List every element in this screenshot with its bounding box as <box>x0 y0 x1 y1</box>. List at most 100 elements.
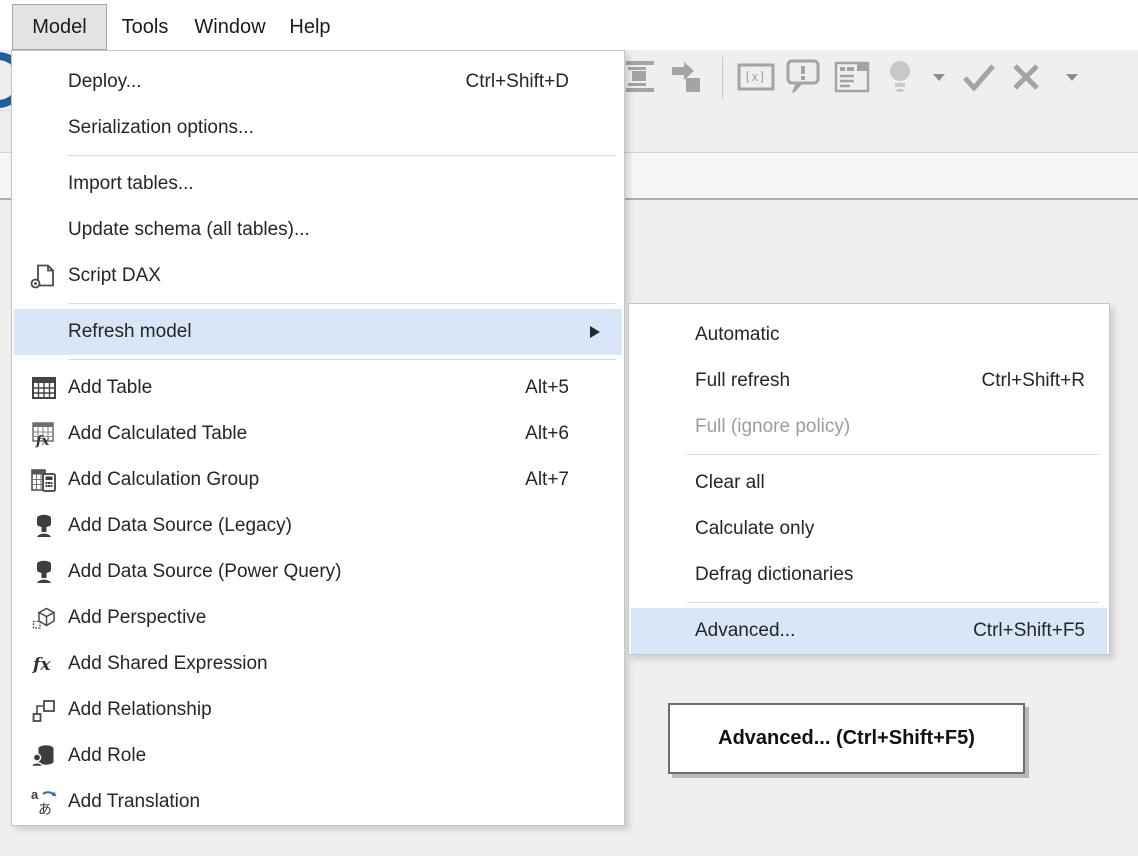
check-icon <box>962 62 996 92</box>
menu-item-add-calculation-group[interactable]: Add Calculation Group Alt+7 <box>14 457 622 503</box>
submenu-item-full-ignore-policy: Full (ignore policy) <box>631 404 1107 450</box>
textbox-icon: [x] <box>736 60 776 94</box>
menu-item-refresh-model[interactable]: Refresh model <box>14 309 622 355</box>
menu-item-label: Add Relationship <box>68 699 212 721</box>
menu-item-add-shared-expression[interactable]: fx Add Shared Expression <box>14 641 622 687</box>
submenu-item-label: Automatic <box>695 324 779 346</box>
menu-item-shortcut: Alt+6 <box>525 423 569 445</box>
icon-slot <box>28 169 60 199</box>
panel-divider <box>0 110 11 111</box>
submenu-item-full-refresh[interactable]: Full refresh Ctrl+Shift+R <box>631 358 1107 404</box>
icon-slot <box>28 215 60 245</box>
menubar-item-window[interactable]: Window <box>183 4 277 50</box>
submenu-item-calculate-only[interactable]: Calculate only <box>631 506 1107 552</box>
menu-item-add-data-source-legacy[interactable]: Add Data Source (Legacy) <box>14 503 622 549</box>
menu-item-label: Add Role <box>68 745 146 767</box>
table-columns-icon[interactable] <box>622 58 658 96</box>
svg-text:[x]: [x] <box>744 70 766 84</box>
icon-slot <box>28 317 60 347</box>
properties-form-icon <box>833 59 871 95</box>
svg-text:fx: fx <box>32 655 51 675</box>
fx-icon: fx <box>28 649 60 679</box>
submenu-item-automatic[interactable]: Automatic <box>631 312 1107 358</box>
menu-item-label: Script DAX <box>68 265 161 287</box>
refresh-model-submenu: Automatic Full refresh Ctrl+Shift+R Full… <box>628 303 1110 655</box>
submenu-item-label: Calculate only <box>695 518 814 540</box>
menu-item-script-dax[interactable]: Script DAX <box>14 253 622 299</box>
menu-separator <box>68 359 616 360</box>
menu-item-add-table[interactable]: Add Table Alt+5 <box>14 365 622 411</box>
menu-item-import-tables[interactable]: Import tables... <box>14 161 622 207</box>
table-columns-icon <box>622 58 658 96</box>
model-menu: Deploy... Ctrl+Shift+D Serialization opt… <box>11 50 625 826</box>
submenu-item-advanced[interactable]: Advanced... Ctrl+Shift+F5 <box>631 608 1107 654</box>
menu-item-label: Serialization options... <box>68 117 254 139</box>
menu-item-deploy[interactable]: Deploy... Ctrl+Shift+D <box>14 59 622 105</box>
import-data-icon <box>668 58 704 96</box>
menu-item-label: Add Translation <box>68 791 200 813</box>
menu-item-label: Add Data Source (Legacy) <box>68 515 292 537</box>
menubar-item-model[interactable]: Model <box>12 4 107 50</box>
caret-down-icon <box>932 72 946 82</box>
menu-item-label: Add Shared Expression <box>68 653 268 675</box>
add-relationship-icon <box>28 695 60 725</box>
menu-item-add-data-source-power-query[interactable]: Add Data Source (Power Query) <box>14 549 622 595</box>
import-data-icon[interactable] <box>668 58 704 96</box>
svg-text:a: a <box>31 787 39 802</box>
properties-form-icon[interactable] <box>833 59 871 95</box>
menu-item-label: Add Perspective <box>68 607 206 629</box>
menu-item-label: Refresh model <box>68 321 192 343</box>
lightbulb-icon[interactable] <box>885 58 915 96</box>
submenu-item-label: Full (ignore policy) <box>695 416 850 438</box>
menu-item-add-role[interactable]: Add Role <box>14 733 622 779</box>
menubar-item-tools[interactable]: Tools <box>107 4 183 50</box>
icon-slot <box>28 113 60 143</box>
menu-item-add-calculated-table[interactable]: fx Add Calculated Table Alt+6 <box>14 411 622 457</box>
svg-text:あ: あ <box>38 801 52 817</box>
check-icon[interactable] <box>962 62 996 92</box>
submenu-item-clear-all[interactable]: Clear all <box>631 460 1107 506</box>
menu-item-shortcut: Alt+7 <box>525 469 569 491</box>
add-translation-icon: a あ <box>28 787 60 817</box>
submenu-item-shortcut: Ctrl+Shift+R <box>982 370 1085 392</box>
submenu-item-defrag-dictionaries[interactable]: Defrag dictionaries <box>631 552 1107 598</box>
textbox-icon[interactable]: [x] <box>736 60 776 94</box>
add-role-icon <box>28 741 60 771</box>
comment-warning-icon <box>784 57 822 97</box>
menu-item-label: Add Data Source (Power Query) <box>68 561 342 583</box>
add-calculation-group-icon <box>28 465 60 495</box>
toolbar-separator <box>722 57 723 99</box>
menu-item-label: Deploy... <box>68 71 142 93</box>
close-x-icon[interactable] <box>1011 62 1041 92</box>
menu-item-label: Import tables... <box>68 173 194 195</box>
menu-item-add-perspective[interactable]: Add Perspective <box>14 595 622 641</box>
dropdown-caret-icon[interactable] <box>1065 72 1079 82</box>
script-dax-icon <box>28 261 60 291</box>
menu-item-shortcut: Ctrl+Shift+D <box>466 71 569 93</box>
comment-warning-icon[interactable] <box>784 57 822 97</box>
close-x-icon <box>1011 62 1041 92</box>
menu-separator <box>68 303 616 304</box>
menu-item-add-translation[interactable]: a あ Add Translation <box>14 779 622 825</box>
menu-item-serialization-options[interactable]: Serialization options... <box>14 105 622 151</box>
dropdown-caret-icon[interactable] <box>932 72 946 82</box>
menu-item-add-relationship[interactable]: Add Relationship <box>14 687 622 733</box>
caret-down-icon <box>1065 72 1079 82</box>
menu-item-label: Add Calculated Table <box>68 423 247 445</box>
submenu-item-label: Full refresh <box>695 370 790 392</box>
menu-separator <box>687 602 1099 603</box>
submenu-arrow-icon <box>590 326 600 338</box>
menu-item-shortcut: Alt+5 <box>525 377 569 399</box>
add-calculated-table-icon: fx <box>28 419 60 449</box>
add-perspective-icon <box>28 603 60 633</box>
submenu-item-label: Defrag dictionaries <box>695 564 853 586</box>
menu-separator <box>68 155 616 156</box>
menu-item-label: Add Calculation Group <box>68 469 259 491</box>
submenu-item-shortcut: Ctrl+Shift+F5 <box>973 620 1085 642</box>
menu-item-label: Add Table <box>68 377 152 399</box>
menubar-item-help[interactable]: Help <box>277 4 343 50</box>
tooltip-advanced: Advanced... (Ctrl+Shift+F5) <box>668 703 1025 774</box>
lightbulb-icon <box>885 58 915 96</box>
submenu-item-label: Advanced... <box>695 620 795 642</box>
menu-item-update-schema[interactable]: Update schema (all tables)... <box>14 207 622 253</box>
